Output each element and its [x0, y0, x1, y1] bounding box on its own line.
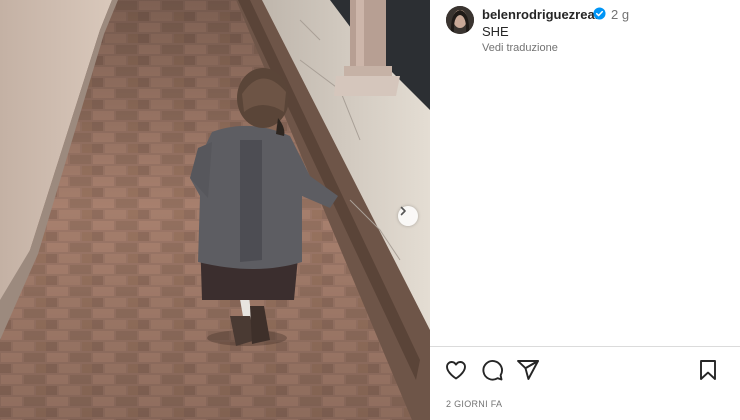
verified-badge-icon — [593, 7, 606, 20]
post-side-panel: belenrodriguezreal 2 g SHE Vedi traduzio… — [430, 0, 740, 420]
post-date[interactable]: 2 GIORNI FA — [446, 399, 502, 409]
heart-icon[interactable] — [444, 358, 468, 382]
username-link[interactable]: belenrodriguezreal — [482, 7, 598, 22]
avatar-image — [446, 6, 474, 34]
comment-icon[interactable] — [480, 358, 504, 382]
bookmark-icon[interactable] — [696, 358, 720, 382]
see-translation-link[interactable]: Vedi traduzione — [482, 42, 558, 54]
post-caption: SHE — [482, 24, 509, 39]
actions-divider — [430, 346, 740, 347]
post-media[interactable] — [0, 0, 430, 420]
post-time-ago[interactable]: 2 g — [611, 7, 629, 22]
next-media-button[interactable] — [398, 206, 418, 226]
paper-plane-icon[interactable] — [516, 358, 540, 382]
chevron-right-icon — [400, 206, 406, 216]
avatar[interactable] — [446, 6, 474, 34]
post-photo — [0, 0, 430, 420]
